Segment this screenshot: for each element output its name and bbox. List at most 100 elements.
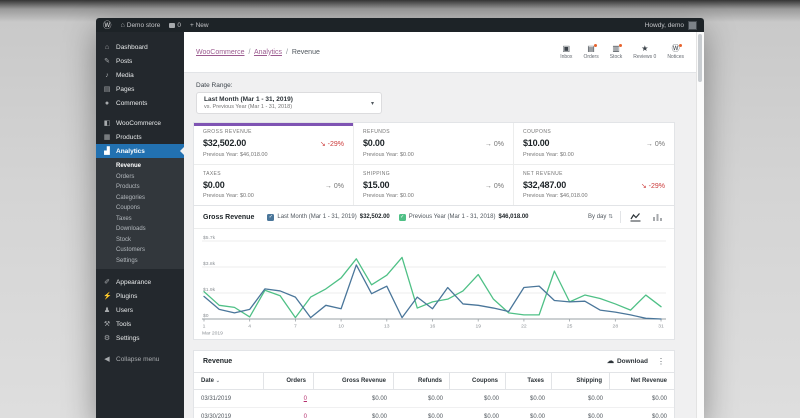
- sidebar-item-tools[interactable]: ⚒ Tools: [96, 317, 184, 331]
- date-range-section: Date Range: Last Month (Mar 1 - 31, 2019…: [193, 73, 704, 122]
- card-previous: Previous Year: $0.00: [203, 193, 344, 199]
- orders-count-link[interactable]: 0: [304, 414, 307, 418]
- appearance-icon: ✐: [103, 278, 111, 286]
- sidebar-item-users[interactable]: ♟ Users: [96, 303, 184, 317]
- legend-previous-year[interactable]: ✓ Previous Year (Mar 1 - 31, 2018) $46,0…: [399, 214, 529, 221]
- reviews-button[interactable]: ★ Reviews 0: [633, 45, 656, 60]
- sidebar-item-products[interactable]: ▦ Products: [96, 130, 184, 144]
- notices-button[interactable]: Ⓦ Notices: [667, 45, 684, 60]
- users-icon: ♟: [103, 306, 111, 314]
- sidebar-subitem-coupons[interactable]: Coupons: [96, 203, 184, 214]
- legend-label: Last Month (Mar 1 - 31, 2019): [277, 214, 356, 220]
- sidebar-subitem-settings[interactable]: Settings: [96, 256, 184, 267]
- sidebar-item-woocommerce[interactable]: ◧ WooCommerce: [96, 116, 184, 130]
- download-button[interactable]: ☁ Download: [607, 358, 648, 365]
- card-coupons[interactable]: COUPONS $10.00 → 0% Previous Year: $0.00: [514, 123, 674, 165]
- sidebar-item-label: Dashboard: [116, 44, 148, 51]
- sidebar-subitem-stock[interactable]: Stock: [96, 235, 184, 246]
- sidebar-item-appearance[interactable]: ✐ Appearance: [96, 275, 184, 289]
- collapse-icon: ◀: [103, 355, 111, 363]
- table-title: Revenue: [203, 358, 232, 365]
- collapse-menu-button[interactable]: ◀ Collapse menu: [96, 352, 184, 366]
- sidebar-subitem-customers[interactable]: Customers: [96, 245, 184, 256]
- card-net-revenue[interactable]: NET REVENUE $32,487.00 ↘ -29% Previous Y…: [514, 165, 674, 206]
- comments-menu[interactable]: 0: [169, 22, 181, 29]
- svg-text:$5.7k: $5.7k: [203, 235, 216, 241]
- orders-count-link[interactable]: 0: [304, 396, 307, 402]
- scrollbar-thumb[interactable]: [698, 34, 702, 82]
- sidebar-item-label: Posts: [116, 58, 132, 65]
- sidebar-item-plugins[interactable]: ⚡ Plugins: [96, 289, 184, 303]
- stock-button[interactable]: ▥ Stock: [610, 45, 623, 60]
- card-shipping[interactable]: SHIPPING $15.00 → 0% Previous Year: $0.0…: [354, 165, 514, 206]
- sidebar-item-dashboard[interactable]: ⌂ Dashboard: [96, 40, 184, 54]
- chart-area[interactable]: $0$1.9k$3.8k$5.7k1471013161922252831Mar …: [194, 229, 674, 339]
- unread-badge: [594, 44, 597, 47]
- sidebar-subitem-products[interactable]: Products: [96, 182, 184, 193]
- sidebar-item-settings[interactable]: ⚙ Settings: [96, 331, 184, 345]
- sidebar-item-label: Settings: [116, 335, 140, 342]
- scrollbar[interactable]: [696, 32, 704, 418]
- sidebar-item-analytics[interactable]: ▟ Analytics: [96, 144, 184, 158]
- kebab-menu-icon[interactable]: ⋮: [657, 357, 665, 366]
- svg-text:28: 28: [613, 323, 619, 329]
- column-header-taxes[interactable]: Taxes: [506, 373, 552, 390]
- date-range-label: Date Range:: [196, 82, 704, 89]
- activity-panel: ▣ Inbox ▤ Orders ▥ Stock ★: [560, 45, 684, 60]
- column-header-gross-revenue[interactable]: Gross Revenue: [314, 373, 394, 390]
- card-taxes[interactable]: TAXES $0.00 → 0% Previous Year: $0.00: [194, 165, 354, 206]
- column-header-shipping[interactable]: Shipping: [552, 373, 610, 390]
- column-header-net-revenue[interactable]: Net Revenue: [610, 373, 674, 390]
- table-cell: $0.00: [610, 390, 674, 408]
- breadcrumb-link-analytics[interactable]: Analytics: [254, 49, 282, 56]
- sidebar-item-pages[interactable]: ▤ Pages: [96, 82, 184, 96]
- sidebar-item-label: Products: [116, 134, 142, 141]
- interval-select[interactable]: By day ⇅: [588, 214, 613, 220]
- browser-window: Ⓦ ⌂ Demo store 0 + New Howdy, demo: [96, 18, 704, 418]
- date-range-compare: vs. Previous Year (Mar 1 - 31, 2018): [204, 104, 293, 110]
- date-range-value: Last Month (Mar 1 - 31, 2019): [204, 96, 293, 103]
- wordpress-logo-icon[interactable]: Ⓦ: [103, 19, 112, 31]
- sidebar-subitem-downloads[interactable]: Downloads: [96, 224, 184, 235]
- card-previous: Previous Year: $0.00: [363, 152, 504, 158]
- card-gross-revenue[interactable]: GROSS REVENUE $32,502.00 ↘ -29% Previous…: [194, 123, 354, 165]
- sidebar-subitem-orders[interactable]: Orders: [96, 172, 184, 183]
- column-header-date[interactable]: Date ⌄: [194, 373, 264, 390]
- sidebar-item-media[interactable]: ♪ Media: [96, 68, 184, 82]
- sidebar-subitem-taxes[interactable]: Taxes: [96, 214, 184, 225]
- column-header-orders[interactable]: Orders: [264, 373, 314, 390]
- card-change: ↘ -29%: [320, 140, 344, 148]
- bar-chart-button[interactable]: [650, 211, 665, 223]
- date-range-dropdown[interactable]: Last Month (Mar 1 - 31, 2019) vs. Previo…: [196, 92, 382, 114]
- site-name-menu[interactable]: ⌂ Demo store: [121, 22, 161, 29]
- inbox-button[interactable]: ▣ Inbox: [560, 45, 572, 60]
- card-refunds[interactable]: REFUNDS $0.00 → 0% Previous Year: $0.00: [354, 123, 514, 165]
- table-cell: $0.00: [552, 390, 610, 408]
- collapse-label: Collapse menu: [116, 356, 159, 363]
- admin-bar: Ⓦ ⌂ Demo store 0 + New Howdy, demo: [96, 18, 704, 32]
- trend-down-icon: ↘: [320, 141, 326, 148]
- revenue-line-chart[interactable]: $0$1.9k$3.8k$5.7k1471013161922252831Mar …: [200, 233, 668, 337]
- unread-badge: [619, 44, 622, 47]
- new-menu[interactable]: + New: [190, 22, 209, 29]
- legend-last-month[interactable]: ✓ Last Month (Mar 1 - 31, 2019) $32,502.…: [267, 214, 389, 221]
- settings-icon: ⚙: [103, 334, 111, 342]
- orders-button[interactable]: ▤ Orders: [583, 45, 598, 60]
- breadcrumb-link-woocommerce[interactable]: WooCommerce: [196, 49, 245, 56]
- user-avatar[interactable]: [688, 21, 697, 30]
- sidebar-item-posts[interactable]: ✎ Posts: [96, 54, 184, 68]
- breadcrumb: WooCommerce / Analytics / Revenue: [196, 49, 320, 56]
- sidebar-subitem-revenue[interactable]: Revenue: [96, 161, 184, 172]
- column-header-refunds[interactable]: Refunds: [394, 373, 450, 390]
- card-previous: Previous Year: $46,018.00: [203, 152, 344, 158]
- howdy-label[interactable]: Howdy, demo: [645, 22, 684, 29]
- legend-label: Previous Year (Mar 1 - 31, 2018): [409, 214, 496, 220]
- sidebar-item-comments[interactable]: ● Comments: [96, 96, 184, 110]
- admin-sidebar: ⌂ Dashboard ✎ Posts ♪ Media ▤ Pages ●: [96, 32, 184, 418]
- line-chart-button[interactable]: [628, 211, 643, 223]
- column-header-coupons[interactable]: Coupons: [450, 373, 506, 390]
- main-content: WooCommerce / Analytics / Revenue ▣ Inbo…: [184, 32, 704, 418]
- sidebar-subitem-categories[interactable]: Categories: [96, 193, 184, 204]
- card-change: → 0%: [485, 141, 504, 148]
- card-value: $10.00: [523, 138, 549, 148]
